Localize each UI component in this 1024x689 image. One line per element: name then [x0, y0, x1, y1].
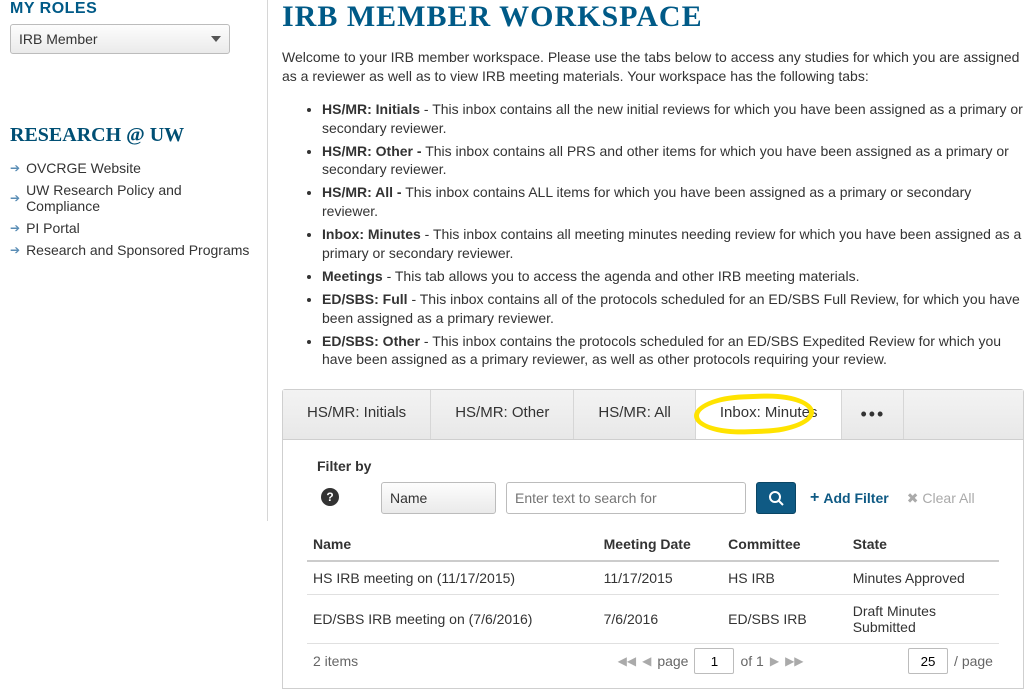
- sidebar-link-uw-research-policy[interactable]: ➔ UW Research Policy and Compliance: [10, 179, 257, 217]
- research-at-uw-heading: RESEARCH @ UW: [10, 124, 257, 147]
- filter-heading: Filter by: [317, 458, 999, 474]
- arrow-right-icon: ➔: [10, 191, 20, 205]
- page-next-button[interactable]: ▶: [770, 654, 779, 668]
- arrow-right-icon: ➔: [10, 161, 20, 175]
- table-header-row: Name Meeting Date Committee State: [307, 528, 999, 561]
- chevron-down-icon: [211, 36, 221, 42]
- main-content: IRB MEMBER WORKSPACE Welcome to your IRB…: [268, 0, 1024, 521]
- page-number-input[interactable]: [694, 648, 734, 674]
- sidebar: MY ROLES IRB Member RESEARCH @ UW ➔ OVCR…: [0, 0, 268, 521]
- item-count: 2 items: [313, 653, 358, 669]
- my-roles-heading: MY ROLES: [10, 0, 257, 18]
- page-size-input[interactable]: [908, 648, 948, 674]
- col-state[interactable]: State: [847, 528, 999, 561]
- arrow-right-icon: ➔: [10, 243, 20, 257]
- page-label: page: [657, 653, 688, 669]
- tab-hsmr-initials[interactable]: HS/MR: Initials: [283, 390, 431, 439]
- tab-bar: HS/MR: Initials HS/MR: Other HS/MR: All …: [283, 390, 1023, 440]
- cell-state: Draft Minutes Submitted: [847, 595, 999, 644]
- role-value: IRB Member: [19, 31, 98, 47]
- tab-panel: HS/MR: Initials HS/MR: Other HS/MR: All …: [282, 389, 1024, 689]
- tab-body: Filter by ? Name + Add Fi: [283, 440, 1023, 688]
- clear-all-button[interactable]: ✖ Clear All: [907, 490, 975, 507]
- cell-committee: HS IRB: [722, 561, 847, 595]
- col-meeting-date[interactable]: Meeting Date: [598, 528, 723, 561]
- cell-name: HS IRB meeting on (11/17/2015): [307, 561, 598, 595]
- page-title: IRB MEMBER WORKSPACE: [282, 0, 1024, 34]
- add-filter-label: Add Filter: [823, 490, 888, 506]
- sidebar-link-label: UW Research Policy and Compliance: [26, 182, 257, 214]
- search-button[interactable]: [756, 482, 796, 514]
- cell-name: ED/SBS IRB meeting on (7/6/2016): [307, 595, 598, 644]
- sidebar-links: ➔ OVCRGE Website ➔ UW Research Policy an…: [10, 157, 257, 261]
- filter-field-value: Name: [390, 490, 427, 506]
- table-row[interactable]: HS IRB meeting on (11/17/2015) 11/17/201…: [307, 561, 999, 595]
- sidebar-link-pi-portal[interactable]: ➔ PI Portal: [10, 217, 257, 239]
- page-first-button[interactable]: ◀◀: [618, 654, 636, 668]
- cell-date: 11/17/2015: [598, 561, 723, 595]
- col-committee[interactable]: Committee: [722, 528, 847, 561]
- sidebar-link-label: PI Portal: [26, 220, 80, 236]
- sidebar-link-label: OVCRGE Website: [26, 160, 141, 176]
- desc-item: HS/MR: Other - This inbox contains all P…: [322, 142, 1024, 180]
- clear-all-label: Clear All: [922, 490, 974, 506]
- filter-field-select[interactable]: Name: [381, 482, 496, 514]
- filter-search-input[interactable]: [506, 482, 746, 514]
- tab-hsmr-all[interactable]: HS/MR: All: [574, 390, 696, 439]
- desc-item: HS/MR: Initials - This inbox contains al…: [322, 100, 1024, 138]
- results-table: Name Meeting Date Committee State HS IRB…: [307, 528, 999, 644]
- workspace-tab-descriptions: HS/MR: Initials - This inbox contains al…: [322, 100, 1024, 370]
- page-last-button[interactable]: ▶▶: [785, 654, 803, 668]
- cell-state: Minutes Approved: [847, 561, 999, 595]
- tab-label: Inbox: Minutes: [720, 404, 818, 421]
- plus-icon: +: [810, 489, 819, 507]
- sidebar-link-ovcrge[interactable]: ➔ OVCRGE Website: [10, 157, 257, 179]
- arrow-right-icon: ➔: [10, 221, 20, 235]
- tab-hsmr-other[interactable]: HS/MR: Other: [431, 390, 574, 439]
- search-icon: [768, 490, 784, 506]
- help-icon[interactable]: ?: [321, 488, 339, 506]
- desc-item: HS/MR: All - This inbox contains ALL ite…: [322, 183, 1024, 221]
- add-filter-button[interactable]: + Add Filter: [810, 489, 889, 507]
- x-icon: ✖: [907, 490, 919, 507]
- sidebar-link-label: Research and Sponsored Programs: [26, 242, 249, 258]
- table-row[interactable]: ED/SBS IRB meeting on (7/6/2016) 7/6/201…: [307, 595, 999, 644]
- cell-committee: ED/SBS IRB: [722, 595, 847, 644]
- intro-text: Welcome to your IRB member workspace. Pl…: [282, 48, 1024, 86]
- role-selector[interactable]: IRB Member: [10, 24, 230, 54]
- sidebar-link-rsp[interactable]: ➔ Research and Sponsored Programs: [10, 239, 257, 261]
- desc-item: ED/SBS: Full - This inbox contains all o…: [322, 290, 1024, 328]
- page-of-label: of 1: [740, 653, 763, 669]
- desc-item: Meetings - This tab allows you to access…: [322, 267, 1024, 286]
- tab-inbox-minutes[interactable]: Inbox: Minutes: [696, 390, 843, 439]
- pagination-bar: 2 items ◀◀ ◀ page of 1 ▶ ▶▶ / page: [307, 644, 999, 678]
- tab-more[interactable]: •••: [842, 390, 904, 439]
- desc-item: Inbox: Minutes - This inbox contains all…: [322, 225, 1024, 263]
- per-page-label: / page: [954, 653, 993, 669]
- col-name[interactable]: Name: [307, 528, 598, 561]
- desc-item: ED/SBS: Other - This inbox contains the …: [322, 332, 1024, 370]
- filter-row: ? Name + Add Filter: [307, 482, 999, 514]
- cell-date: 7/6/2016: [598, 595, 723, 644]
- page-prev-button[interactable]: ◀: [642, 654, 651, 668]
